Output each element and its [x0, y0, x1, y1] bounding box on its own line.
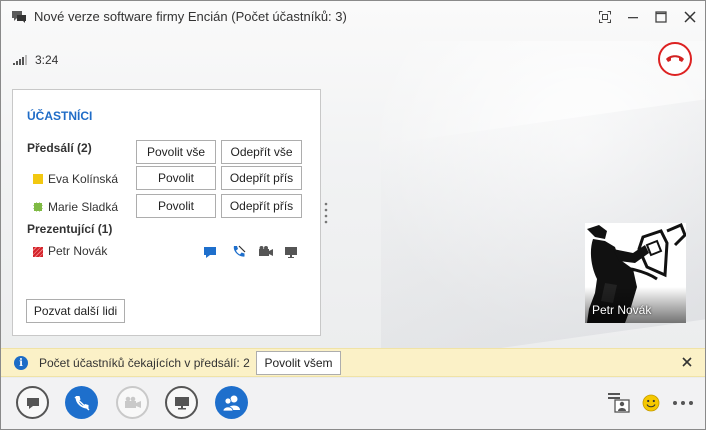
call-controls-toolbar [1, 378, 705, 429]
contact-card-icon[interactable] [607, 392, 631, 414]
lobby-person-name[interactable]: Eva Kolínská [48, 172, 118, 186]
camera-icon [124, 396, 141, 408]
video-button[interactable] [116, 386, 149, 419]
lobby-person-name[interactable]: Marie Sladká [48, 200, 118, 214]
emoticon-icon[interactable] [641, 392, 661, 414]
deny-person-button[interactable]: Odepřít přís [221, 166, 302, 190]
im-button[interactable] [16, 386, 49, 419]
presence-available-icon [33, 174, 43, 184]
deny-all-button[interactable]: Odepřít vše [221, 140, 302, 164]
minimize-icon[interactable] [625, 9, 641, 25]
present-button[interactable] [165, 386, 198, 419]
invite-more-people-button[interactable]: Pozvat další lidi [26, 299, 125, 323]
lobby-section-label: Předsálí (2) [27, 141, 92, 155]
monitor-icon [174, 396, 189, 409]
presenters-section-label: Prezentující (1) [27, 222, 113, 236]
allow-everyone-button[interactable]: Povolit všem [256, 351, 341, 375]
participants-panel: ÚČASTNÍCI Předsálí (2) Povolit vše Odepř… [12, 89, 321, 336]
im-icon[interactable] [203, 245, 219, 259]
dismiss-notification-icon[interactable] [680, 355, 694, 369]
call-timer: 3:24 [35, 53, 59, 67]
close-icon[interactable] [682, 9, 698, 25]
more-options-icon[interactable] [672, 392, 694, 414]
video-participant-name: Petr Novák [592, 303, 652, 317]
lobby-notification-bar: i Počet účastníků čekajících v předsálí:… [1, 348, 705, 377]
chat-icon [26, 397, 39, 409]
participant-video-tile[interactable]: Petr Novák [585, 223, 686, 323]
screen-share-icon[interactable] [284, 245, 300, 259]
hang-up-button[interactable] [658, 42, 692, 76]
deny-person-button[interactable]: Odepřít přís [221, 194, 302, 218]
presence-mobile-icon [33, 202, 43, 212]
allow-person-button[interactable]: Povolit [136, 194, 216, 218]
conversation-window: Nové verze software firmy Encián (Počet … [0, 0, 706, 430]
info-icon: i [14, 356, 28, 370]
participants-heading: ÚČASTNÍCI [27, 109, 93, 123]
mute-button[interactable] [65, 386, 98, 419]
title-bar: Nové verze software firmy Encián (Počet … [1, 1, 705, 33]
signal-strength-icon [13, 54, 29, 65]
fullscreen-icon[interactable] [597, 9, 613, 25]
maximize-icon[interactable] [653, 9, 669, 25]
microphone-muted-icon [74, 395, 89, 411]
lobby-notification-text: Počet účastníků čekajících v předsálí: 2 [39, 356, 250, 370]
hang-up-icon [666, 55, 684, 62]
conversation-icon [11, 9, 27, 25]
panel-resize-handle[interactable] [324, 202, 328, 224]
video-icon[interactable] [258, 245, 274, 259]
allow-person-button[interactable]: Povolit [136, 166, 216, 190]
participants-button[interactable] [215, 386, 248, 419]
window-title: Nové verze software firmy Encián (Počet … [34, 9, 347, 24]
presence-busy-icon [33, 247, 43, 257]
people-icon [222, 395, 240, 411]
presenter-name[interactable]: Petr Novák [48, 244, 107, 258]
audio-muted-icon[interactable] [231, 245, 247, 259]
allow-all-button[interactable]: Povolit vše [136, 140, 216, 164]
